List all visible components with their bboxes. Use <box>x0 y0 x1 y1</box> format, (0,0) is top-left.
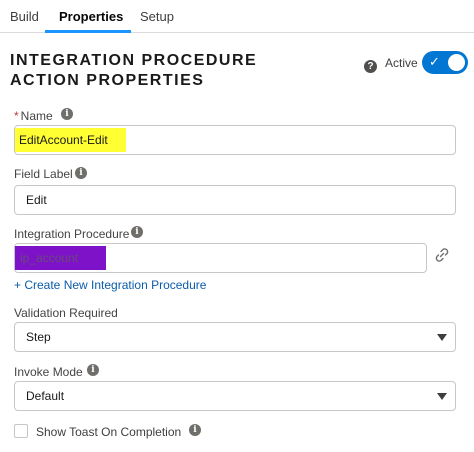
validation-required-value: Step <box>26 330 51 344</box>
active-label: Active <box>385 56 418 70</box>
active-tab-indicator <box>45 30 131 33</box>
link-icon[interactable] <box>434 247 450 263</box>
tab-build[interactable]: Build <box>10 9 39 24</box>
field-label-label: Field Label <box>14 167 73 181</box>
name-input-value: EditAccount-Edit <box>15 128 126 152</box>
toggle-knob <box>448 54 465 71</box>
info-icon[interactable]: i <box>189 424 201 436</box>
validation-required-label: Validation Required <box>14 306 118 320</box>
validation-required-select[interactable]: Step <box>14 322 456 352</box>
field-label-input[interactable]: Edit <box>14 185 456 215</box>
chevron-down-icon <box>437 393 447 400</box>
invoke-mode-select[interactable]: Default <box>14 381 456 411</box>
info-icon[interactable]: i <box>87 364 99 376</box>
tab-properties[interactable]: Properties <box>59 9 123 24</box>
required-marker: * <box>14 109 19 123</box>
check-icon: ✓ <box>429 54 440 69</box>
info-icon[interactable]: i <box>61 108 73 120</box>
page-title-line-2: ACTION PROPERTIES <box>10 72 205 89</box>
info-icon[interactable]: i <box>75 167 87 179</box>
invoke-mode-label: Invoke Mode <box>14 365 83 379</box>
active-toggle[interactable]: ✓ <box>422 51 468 74</box>
create-integration-procedure-link[interactable]: + Create New Integration Procedure <box>14 278 206 292</box>
page-title: INTEGRATION PROCEDURE ACTION PROPERTIES <box>10 51 270 91</box>
tab-bar: Build Properties Setup <box>0 0 474 33</box>
show-toast-label: Show Toast On Completion <box>36 425 182 439</box>
invoke-mode-value: Default <box>26 389 65 403</box>
page-title-line-1: INTEGRATION PROCEDURE <box>10 52 258 69</box>
name-label: * Name <box>14 109 53 123</box>
integration-procedure-value: ip_account <box>15 246 106 270</box>
show-toast-checkbox[interactable] <box>14 424 28 438</box>
tab-setup[interactable]: Setup <box>140 9 174 24</box>
integration-procedure-label: Integration Procedure <box>14 227 130 241</box>
question-icon[interactable]: ? <box>364 60 377 73</box>
info-icon[interactable]: i <box>131 226 143 238</box>
chevron-down-icon <box>437 334 447 341</box>
